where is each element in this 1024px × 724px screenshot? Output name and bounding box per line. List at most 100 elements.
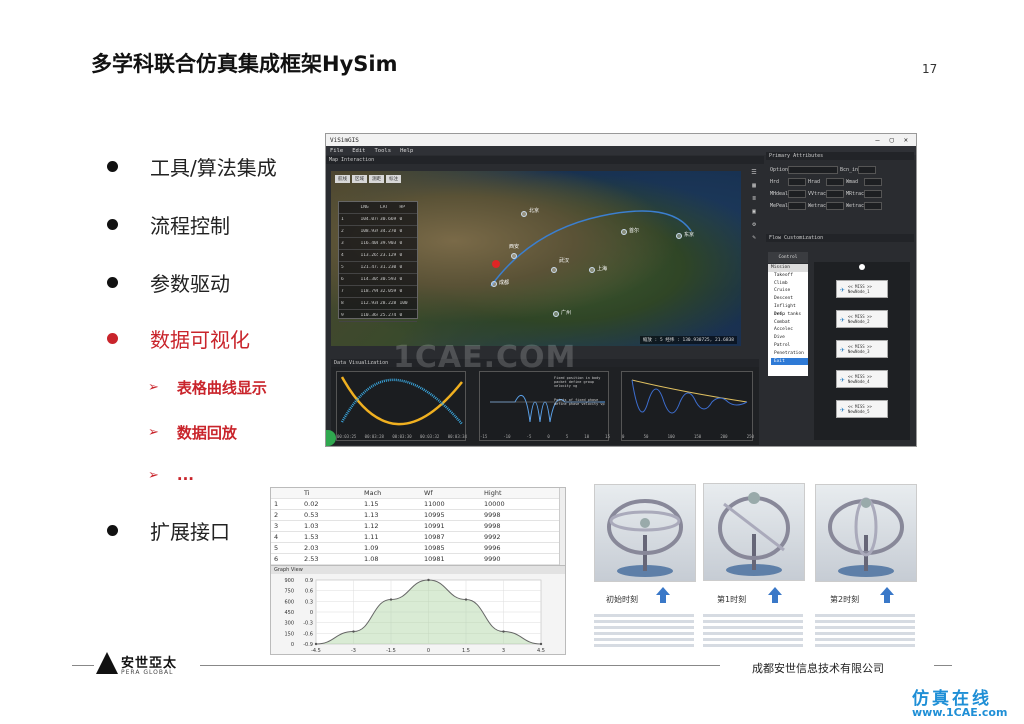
- table-cell: 5: [274, 544, 279, 552]
- flow-chain[interactable]: ✈ << MISS >> NewNode_1 ✈ << MISS >> NewNod…: [814, 262, 910, 440]
- table-cell: 10987: [424, 533, 445, 541]
- table-row[interactable]: 3 1.03 1.12 10991 9998: [271, 521, 565, 532]
- city-marker[interactable]: [589, 267, 595, 273]
- table-scrollbar[interactable]: [559, 488, 565, 565]
- table-cell: 9996: [484, 544, 501, 552]
- list-item[interactable]: Exit: [771, 357, 808, 366]
- table-row[interactable]: 6 2.53 1.08 10981 9990: [271, 554, 565, 565]
- table-row[interactable]: 5 2.03 1.09 10985 9996: [271, 543, 565, 554]
- list-item[interactable]: Accelec: [771, 326, 808, 334]
- red-position-marker[interactable]: [492, 260, 500, 268]
- layers-icon[interactable]: ☰: [751, 169, 756, 176]
- save-icon[interactable]: ▣: [752, 208, 756, 215]
- attr-label: Wetrack: [808, 203, 830, 209]
- grid-icon[interactable]: ▦: [752, 182, 756, 189]
- list-item[interactable]: Combat: [771, 319, 808, 327]
- map-label: 上海: [597, 266, 608, 272]
- close-icon[interactable]: ✕: [904, 136, 908, 144]
- x-tick-label: 3: [502, 648, 505, 654]
- x-tick-label: 1.5: [462, 648, 470, 654]
- damped-wave-chart[interactable]: 0 50 100 150 200 250: [621, 371, 754, 441]
- city-marker[interactable]: [676, 233, 682, 239]
- table-cell: 9992: [484, 533, 501, 541]
- bullet-text: 参数驱动: [150, 272, 230, 296]
- table-header: Wf: [424, 489, 433, 497]
- list-item[interactable]: Inflight refu: [771, 303, 808, 317]
- table-row[interactable]: 4 1.53 1.11 10987 9992: [271, 532, 565, 543]
- list-item[interactable]: Patrol: [771, 342, 808, 350]
- graph-chart: 0.90.60.30-0.3-0.6-0.9900750600450300150…: [284, 578, 545, 654]
- list-item[interactable]: Penetration: [771, 350, 808, 358]
- flow-node[interactable]: ✈ << MISS >> NewNode_5: [836, 400, 888, 418]
- list-item[interactable]: Climb: [771, 280, 808, 288]
- flow-list-header[interactable]: Control: [768, 252, 808, 263]
- city-marker[interactable]: [491, 281, 497, 287]
- mission-list[interactable]: Mission Takeoff Climb Cruise Descent Infligh…: [768, 264, 808, 376]
- city-marker[interactable]: [521, 211, 527, 217]
- option-select[interactable]: [788, 166, 838, 174]
- attr-field[interactable]: [788, 202, 806, 210]
- menu-file[interactable]: File: [330, 148, 343, 154]
- flow-node[interactable]: ✈ << MISS >> NewNode_1: [836, 280, 888, 298]
- list-item[interactable]: Cruise: [771, 287, 808, 295]
- list-header: Mission: [768, 264, 808, 272]
- settings-icon[interactable]: ⚙: [752, 221, 756, 228]
- flow-node[interactable]: ✈ << MISS >> NewNode_4: [836, 370, 888, 388]
- list-item[interactable]: Dive: [771, 334, 808, 342]
- attr-field[interactable]: [826, 190, 844, 198]
- graph-view[interactable]: Graph View 0.9 0.6 0.3 0 -0.3 -0.6 -0.9 900 750 6…: [270, 565, 566, 655]
- map-view[interactable]: 航线 区域 测距 标注 LNG LAT HP 1 104.074 30.669 0 2 108.…: [331, 171, 741, 346]
- city-marker[interactable]: [621, 229, 627, 235]
- tool-icon[interactable]: ✎: [752, 234, 756, 241]
- table-cell: 4: [274, 533, 279, 541]
- tick-label: -10: [503, 434, 511, 439]
- city-marker[interactable]: [553, 311, 559, 317]
- city-marker[interactable]: [511, 253, 517, 259]
- table-header: Hight: [484, 489, 502, 497]
- list-item[interactable]: Drop tanks: [771, 311, 808, 319]
- attr-label: Hrd: [770, 179, 780, 185]
- up-arrow-icon: [880, 587, 894, 603]
- table-header-row: Ti Mach Wf Hight: [271, 488, 565, 499]
- table-cell: 1.08: [364, 555, 379, 563]
- attr-field[interactable]: [826, 178, 844, 186]
- attr-field[interactable]: [864, 202, 882, 210]
- attr-field[interactable]: [864, 190, 882, 198]
- primary-attributes-title: Primary Attributes: [766, 152, 914, 160]
- menu-help[interactable]: Help: [400, 148, 413, 154]
- bullet-1: 工具/算法集成: [107, 152, 277, 181]
- tick-label: 00:03:32: [420, 434, 440, 439]
- data-table[interactable]: Ti Mach Wf Hight 1 0.02 1.15 11000 10000 2 0.5…: [270, 487, 566, 566]
- list-item[interactable]: Descent: [771, 295, 808, 303]
- y2-tick-label: 0: [291, 642, 294, 648]
- attr-field[interactable]: [826, 202, 844, 210]
- tick-label: 150: [693, 434, 702, 439]
- city-marker[interactable]: [551, 267, 557, 273]
- flow-customization: Control Mission Takeoff Climb Cruise Descen…: [766, 252, 914, 442]
- attr-field[interactable]: [858, 166, 876, 174]
- list-item[interactable]: Takeoff: [771, 272, 808, 280]
- y-tick-label: -0.6: [303, 631, 313, 637]
- flow-node[interactable]: ✈ << MISS >> NewNode_2: [836, 310, 888, 328]
- table-cell: 10981: [424, 555, 445, 563]
- watermark: 1CAE.COM: [393, 340, 577, 375]
- list-icon[interactable]: ≣: [752, 195, 756, 202]
- attr-field[interactable]: [788, 178, 806, 186]
- table-row[interactable]: 2 0.53 1.13 10995 9998: [271, 510, 565, 521]
- wave-packet-chart[interactable]: Fixed position in body packet define gro…: [479, 371, 610, 441]
- x-tick-label: 4.5: [537, 648, 545, 654]
- attr-label: MHdeal: [770, 191, 789, 197]
- y2-tick-label: 750: [284, 589, 294, 595]
- flow-node[interactable]: ✈ << MISS >> NewNode_3: [836, 340, 888, 358]
- bullet-5: 扩展接口: [107, 516, 230, 545]
- flight-route: [490, 210, 692, 287]
- realtime-chart[interactable]: 00:03:25 00:03:28 00:03:30 00:03:32 00:03:34: [336, 371, 467, 441]
- menu-edit[interactable]: Edit: [352, 148, 365, 154]
- table-row[interactable]: 1 0.02 1.15 11000 10000: [271, 499, 565, 510]
- attr-field[interactable]: [788, 190, 806, 198]
- attr-field[interactable]: [864, 178, 882, 186]
- menu-tools[interactable]: Tools: [375, 148, 392, 154]
- gyro-sequence: 初始时刻 第1时刻 第2时刻: [591, 483, 931, 659]
- maximize-icon[interactable]: ▢: [890, 136, 894, 144]
- minimize-icon[interactable]: –: [875, 136, 879, 144]
